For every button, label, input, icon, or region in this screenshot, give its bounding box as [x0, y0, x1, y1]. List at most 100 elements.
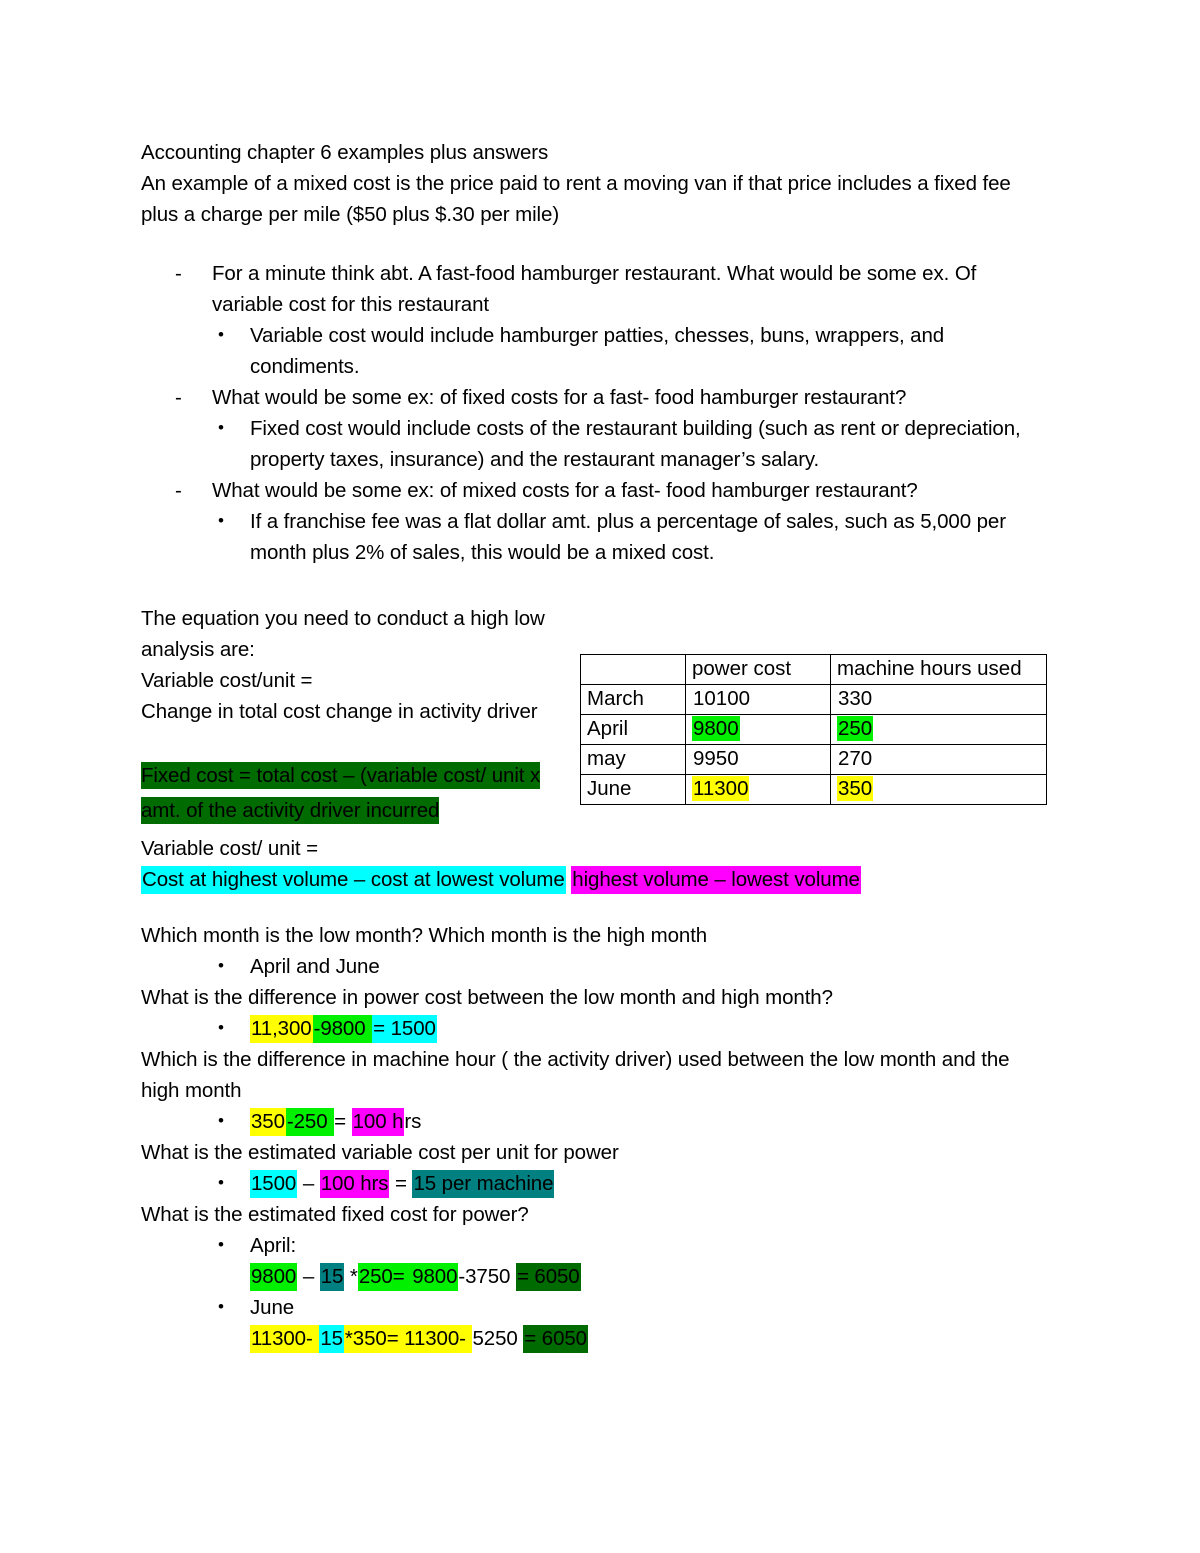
question-4: What is the estimated variable cost per … [141, 1141, 619, 1164]
answer-6-june-label: • June [141, 1292, 1046, 1323]
a5-part-times: * [344, 1265, 358, 1288]
answer-4-part-equals: = [389, 1172, 413, 1195]
table-cell-month: June [580, 774, 686, 805]
a5-part-total-cost-2: 9800 [411, 1263, 459, 1291]
dash-marker: - [175, 386, 182, 409]
table-row: March 10100 330 [580, 684, 1047, 715]
change-in-total-cost-line: Change in total cost change in activity … [141, 700, 538, 723]
questions-and-answers-block: Which month is the low month? Which mont… [141, 920, 1046, 1354]
question-5: What is the estimated fixed cost for pow… [141, 1203, 529, 1226]
table-cell-power-cost: 11300 [685, 774, 831, 805]
answer-2: • 11,300-9800 = 1500 [141, 1013, 1046, 1044]
table-cell-machine-hours: 250 [830, 714, 1047, 745]
answer-5-april-calculation: 9800 – 15 *250= 9800-3750 = 6050 [141, 1261, 1046, 1292]
formula-numerator-highlight: Cost at highest volume – cost at lowest … [141, 866, 566, 894]
table-cell-power-cost: 9950 [685, 744, 831, 775]
list-item: • If a franchise fee was a flat dollar a… [141, 506, 1046, 568]
a6-part-variable-total: 5250 [472, 1327, 524, 1350]
variable-cost-per-unit-label: Variable cost/unit = [141, 669, 313, 692]
list-item: - For a minute think abt. A fast-food ha… [141, 258, 1046, 320]
list-item-text: For a minute think abt. A fast-food hamb… [212, 262, 977, 316]
table-cell-value-highlighted: 350 [837, 776, 874, 801]
fixed-cost-formula-highlight: Fixed cost = total cost – (variable cost… [141, 762, 541, 824]
table-cell-value-highlighted: 9800 [692, 716, 740, 741]
answer-3-part-result: 100 h [351, 1108, 405, 1136]
fixed-cost-formula-line: Fixed cost = total cost – (variable cost… [141, 758, 581, 828]
power-cost-table: power cost machine hours used March 1010… [580, 654, 1047, 805]
answer-4-part-cost-diff: 1500 [250, 1170, 298, 1198]
answer-3-part-low: -250 [285, 1108, 335, 1136]
bullet-marker: • [218, 418, 224, 437]
list-item-text: If a franchise fee was a flat dollar amt… [250, 510, 1006, 564]
answer-4-part-operator: – [297, 1172, 320, 1195]
variable-cost-fraction-line: Cost at highest volume – cost at lowest … [141, 864, 1046, 895]
bullet-marker: • [218, 956, 224, 975]
variable-cost-unit-label: Variable cost/ unit = [141, 837, 318, 860]
a5-part-vc-per-unit: 15 [319, 1263, 345, 1291]
a5-part-hours: 250= [357, 1263, 412, 1291]
answer-2-part-high: 11,300 [250, 1015, 313, 1043]
bullet-marker: • [218, 1111, 224, 1130]
answer-4: • 1500 – 100 hrs = 15 per machine [141, 1168, 1046, 1199]
table-row: June 11300 350 [580, 774, 1047, 805]
answer-1-text: April and June [250, 955, 380, 978]
a6-part-result: = 6050 [523, 1325, 588, 1353]
table-header-row: power cost machine hours used [580, 654, 1047, 685]
table-cell-value: 330 [838, 687, 873, 710]
table-cell-machine-hours: 270 [830, 744, 1047, 775]
table-cell-value: 10100 [693, 687, 751, 710]
answer-4-part-hours-diff: 100 hrs [319, 1170, 390, 1198]
intro-mixed-cost-definition: An example of a mixed cost is the price … [141, 172, 1011, 226]
question-3: Which is the difference in machine hour … [141, 1048, 1010, 1102]
a5-part-variable-total: -3750 [458, 1265, 516, 1288]
list-item-text: Variable cost would include hamburger pa… [250, 324, 945, 378]
a5-part-minus: – [297, 1265, 320, 1288]
table-row: April 9800 250 [580, 714, 1047, 745]
answer-6-june-calculation: 11300- 15*350= 11300- 5250 = 6050 [141, 1323, 1046, 1354]
high-low-equation-block: The equation you need to conduct a high … [141, 603, 581, 828]
bullet-marker: • [218, 1235, 224, 1254]
table-header-machine-hours: machine hours used [830, 654, 1047, 685]
answer-3-part-unit: rs [404, 1110, 422, 1133]
table-cell-value: 9950 [693, 747, 739, 770]
table-cell-value: 270 [838, 747, 873, 770]
a6-part-hours-and-cost: *350= 11300- [343, 1325, 473, 1353]
answer-2-part-result: = 1500 [372, 1015, 437, 1043]
examples-list: - For a minute think abt. A fast-food ha… [141, 258, 1046, 568]
answer-3: • 350-250 = 100 hrs [141, 1106, 1046, 1137]
table-header-blank [580, 654, 686, 685]
answer-5-april-label: • April: [141, 1230, 1046, 1261]
answer-2-part-low: -9800 [312, 1015, 373, 1043]
equation-spacer [141, 727, 581, 758]
table-cell-month: may [580, 744, 686, 775]
document-title: Accounting chapter 6 examples plus answe… [141, 141, 549, 164]
answer-5-label-text: April: [250, 1234, 297, 1257]
bullet-marker: • [218, 1297, 224, 1316]
list-item: - What would be some ex: of fixed costs … [141, 382, 1046, 413]
intro-paragraph: Accounting chapter 6 examples plus answe… [141, 137, 1046, 230]
a5-part-result: = 6050 [515, 1263, 581, 1291]
list-item: • Fixed cost would include costs of the … [141, 413, 1046, 475]
bullet-marker: • [218, 325, 224, 344]
table-cell-power-cost: 9800 [685, 714, 831, 745]
list-item-text: Fixed cost would include costs of the re… [250, 417, 1021, 471]
dash-marker: - [175, 479, 182, 502]
table-cell-month: April [580, 714, 686, 745]
table-cell-value-highlighted: 250 [837, 716, 874, 741]
list-item: • Variable cost would include hamburger … [141, 320, 1046, 382]
bullet-marker: • [218, 1173, 224, 1192]
bullet-marker: • [218, 1018, 224, 1037]
table-cell-month: March [580, 684, 686, 715]
dash-marker: - [175, 262, 182, 285]
table-cell-power-cost: 10100 [685, 684, 831, 715]
formula-denominator-highlight: highest volume – lowest volume [571, 866, 861, 894]
variable-cost-formula-block: Variable cost/ unit = Cost at highest vo… [141, 833, 1046, 895]
list-item: - What would be some ex: of mixed costs … [141, 475, 1046, 506]
outline-list: - For a minute think abt. A fast-food ha… [141, 258, 1046, 568]
a5-part-total-cost: 9800 [250, 1263, 298, 1291]
document-page: Accounting chapter 6 examples plus answe… [0, 0, 1200, 1553]
bullet-marker: • [218, 511, 224, 530]
table-cell-machine-hours: 350 [830, 774, 1047, 805]
list-item-text: What would be some ex: of mixed costs fo… [212, 479, 918, 502]
table-cell-machine-hours: 330 [830, 684, 1047, 715]
